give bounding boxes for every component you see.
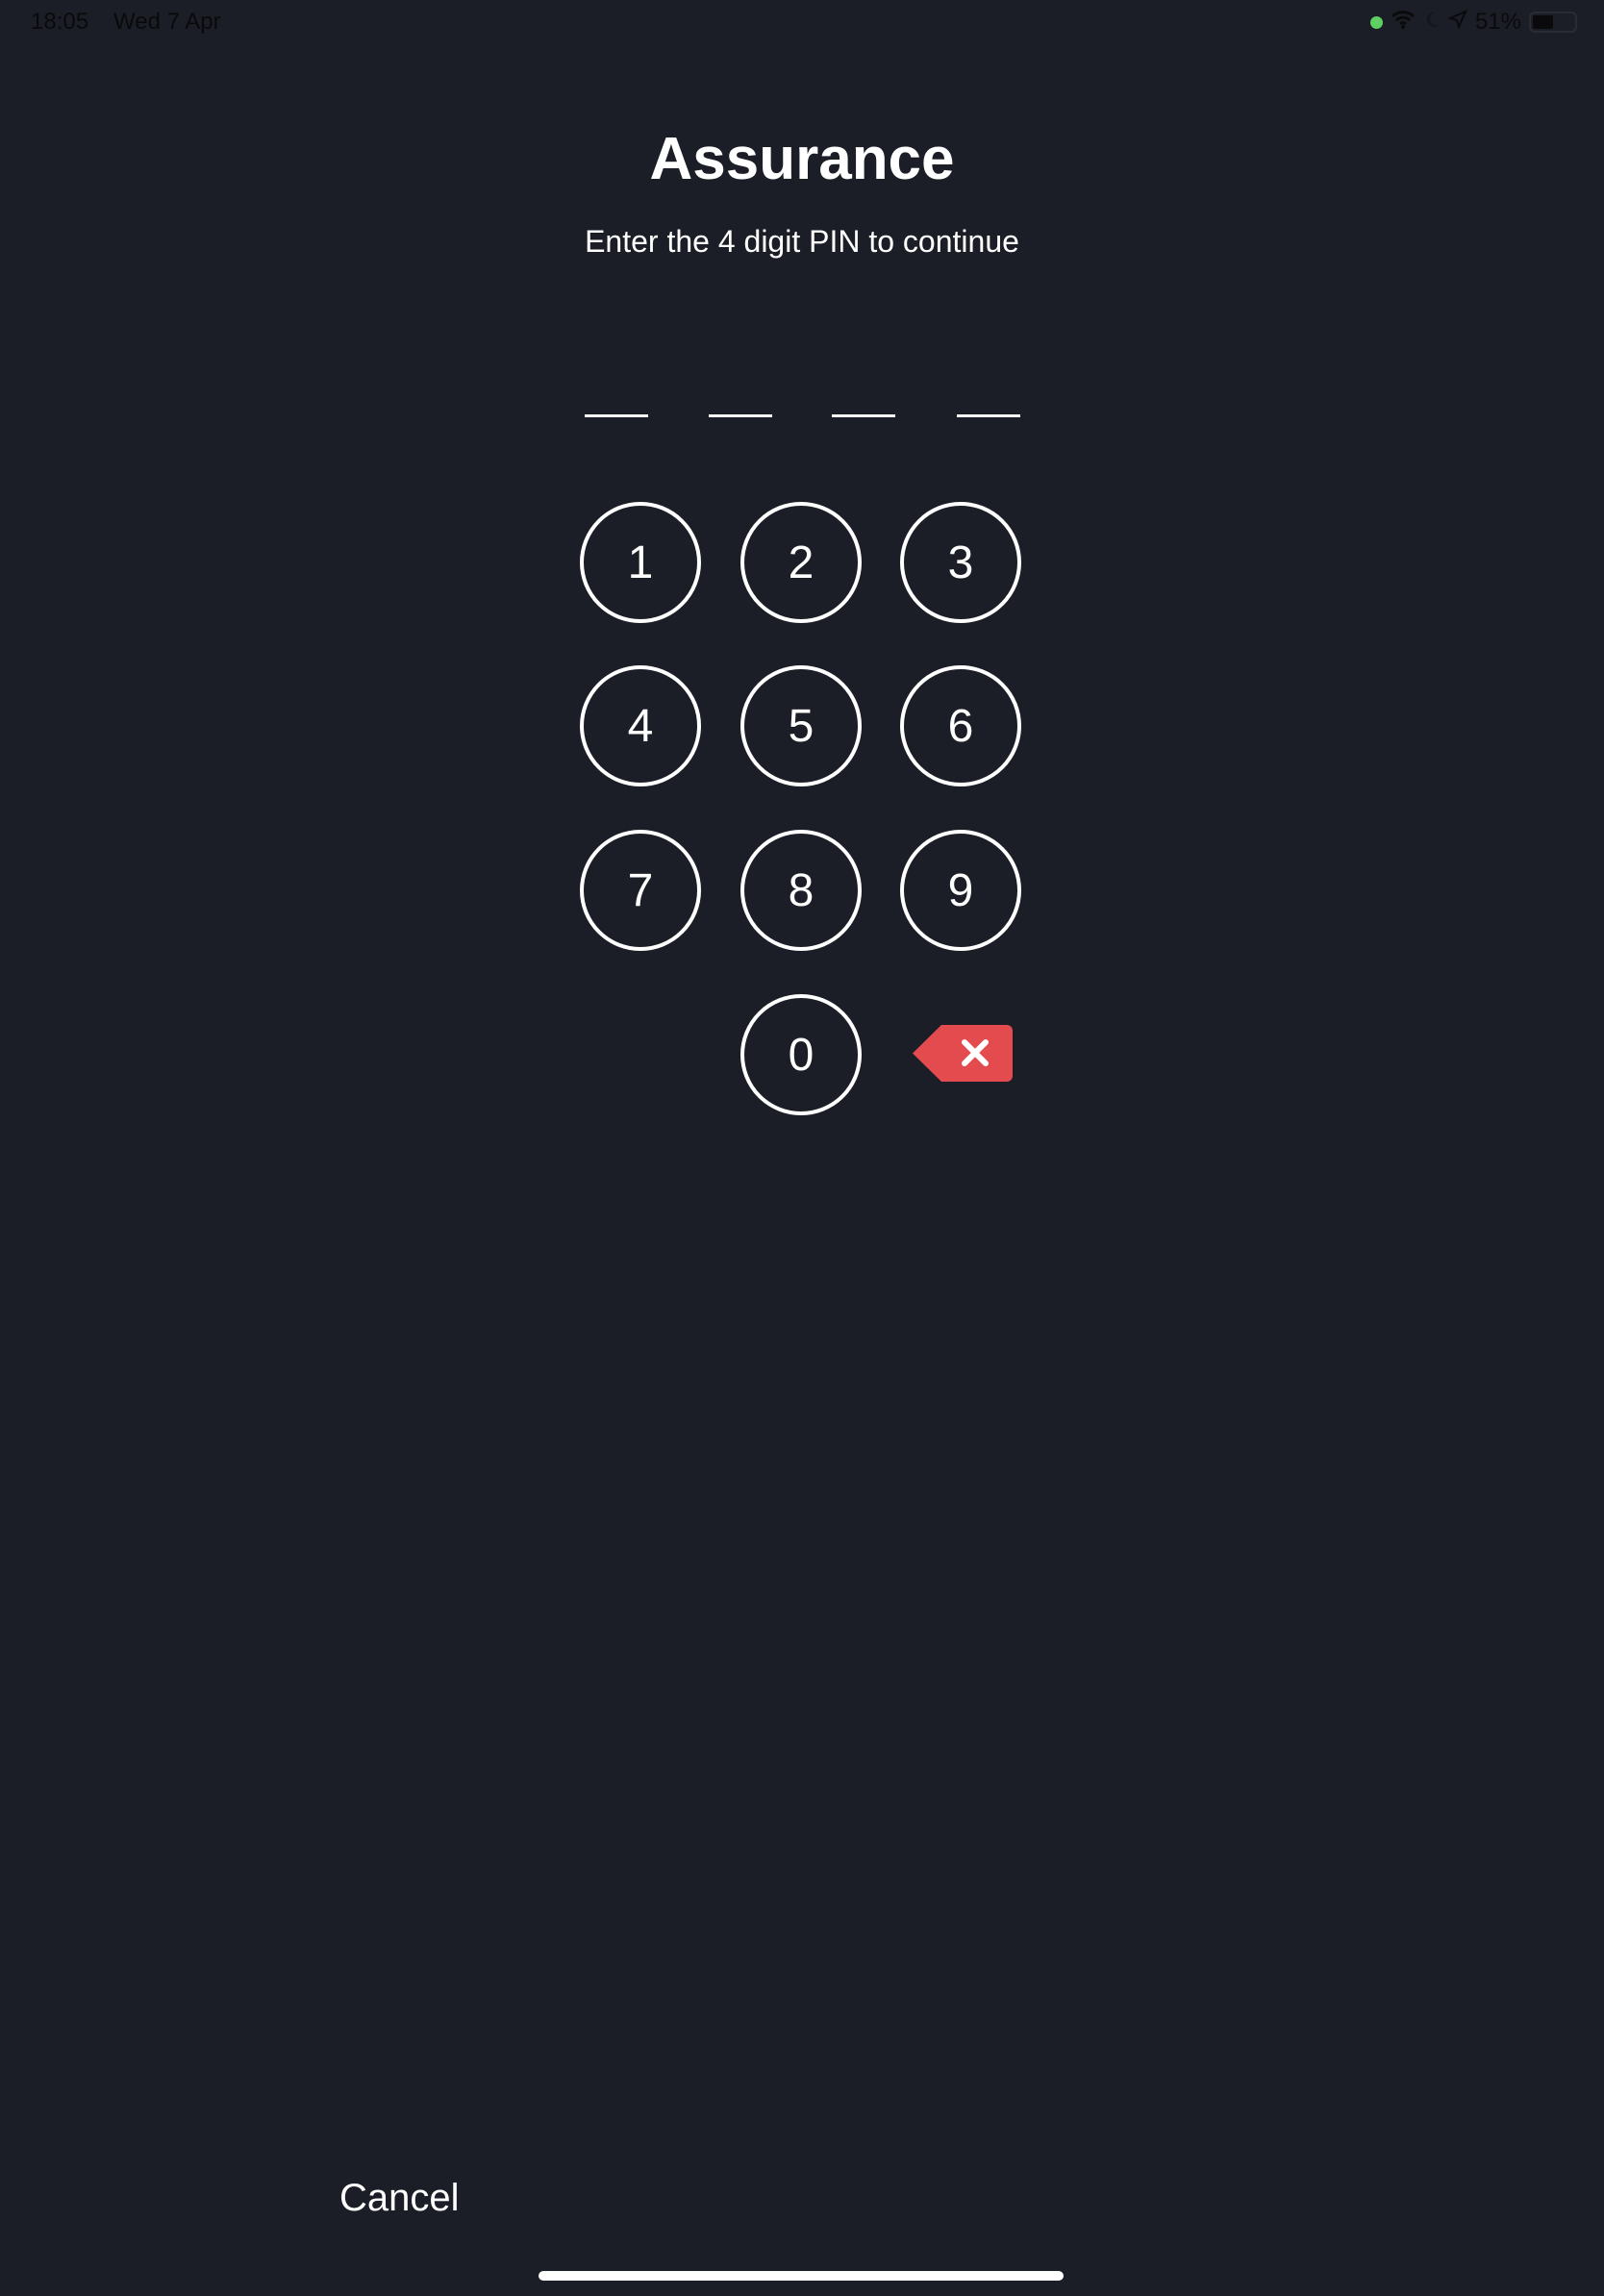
key-2[interactable]: 2	[740, 502, 862, 623]
pin-slot-3	[832, 414, 895, 417]
backspace-icon	[913, 1025, 1013, 1082]
status-date: Wed 7 Apr	[113, 9, 221, 35]
wifi-icon	[1391, 9, 1416, 36]
page-title: Assurance	[649, 126, 955, 192]
key-4[interactable]: 4	[580, 665, 701, 786]
key-9[interactable]: 9	[900, 830, 1021, 951]
key-6[interactable]: 6	[900, 665, 1021, 786]
moon-icon	[1423, 9, 1441, 36]
pin-slot-2	[709, 414, 772, 417]
cancel-button[interactable]: Cancel	[339, 2177, 460, 2220]
key-7[interactable]: 7	[580, 830, 701, 951]
key-1[interactable]: 1	[580, 502, 701, 623]
page-subtitle: Enter the 4 digit PIN to continue	[585, 224, 1019, 259]
pin-slot-4	[957, 414, 1020, 417]
camera-indicator-icon	[1369, 15, 1383, 29]
home-indicator[interactable]	[539, 2271, 1064, 2281]
key-5[interactable]: 5	[740, 665, 862, 786]
location-icon	[1447, 9, 1467, 36]
key-0[interactable]: 0	[740, 994, 862, 1115]
key-8[interactable]: 8	[740, 830, 862, 951]
key-3[interactable]: 3	[900, 502, 1021, 623]
status-icons: 51%	[1369, 8, 1577, 37]
battery-percent: 51%	[1474, 9, 1521, 35]
pin-slot-1	[585, 414, 648, 417]
backspace-button[interactable]	[913, 1025, 1013, 1082]
status-time: 18:05	[31, 9, 89, 35]
battery-icon	[1529, 12, 1577, 33]
